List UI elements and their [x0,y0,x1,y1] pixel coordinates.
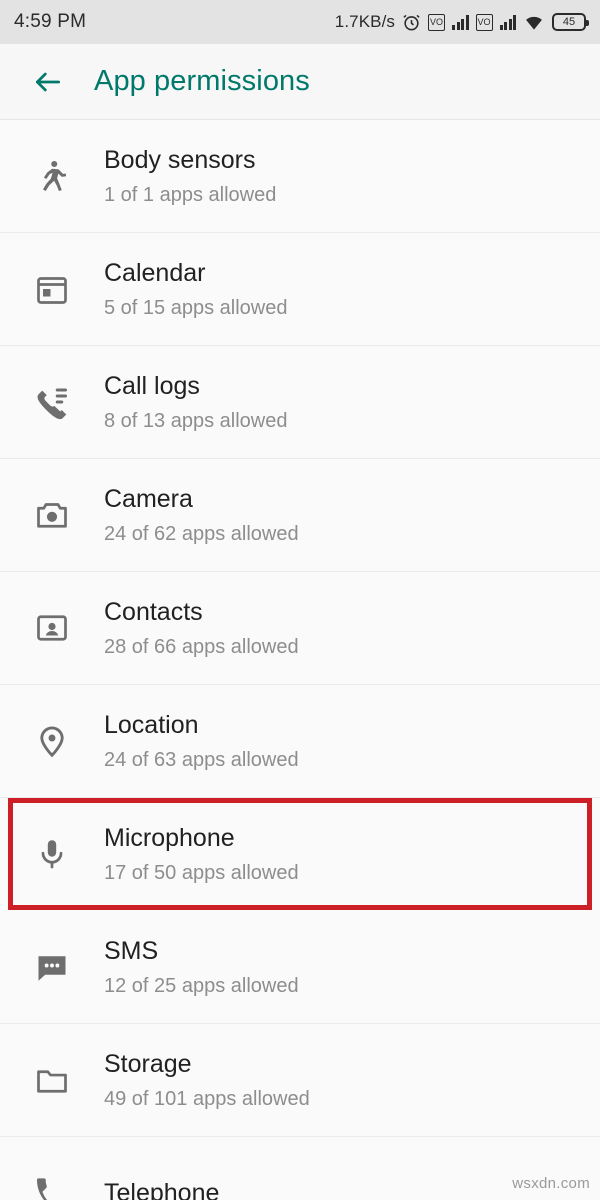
status-icons: 1.7KB/s VO VO 45 [334,12,589,32]
calendar-icon [14,271,90,307]
list-item-calendar[interactable]: Calendar 5 of 15 apps allowed [0,233,600,346]
network-speed-label: 1.7KB/s [334,12,395,31]
sim1-signal-icon [452,14,469,30]
list-item-contacts[interactable]: Contacts 28 of 66 apps allowed [0,572,600,685]
permission-subtitle: 24 of 62 apps allowed [104,522,299,545]
sim2-signal-icon [499,14,516,30]
list-item-text: Camera 24 of 62 apps allowed [104,484,299,545]
call-logs-icon [14,384,90,420]
permission-list: Body sensors 1 of 1 apps allowed Calenda… [0,120,600,1200]
microphone-icon [14,836,90,872]
list-item-call-logs[interactable]: Call logs 8 of 13 apps allowed [0,346,600,459]
list-item-text: Microphone 17 of 50 apps allowed [104,823,299,884]
list-item-camera[interactable]: Camera 24 of 62 apps allowed [0,459,600,572]
list-item-text: SMS 12 of 25 apps allowed [104,936,299,997]
battery-icon: 45 [552,13,589,31]
list-item-text: Call logs 8 of 13 apps allowed [104,371,287,432]
wifi-icon [523,13,545,31]
back-button[interactable] [26,60,70,104]
permission-subtitle: 5 of 15 apps allowed [104,296,288,319]
contacts-icon [14,610,90,646]
body-sensors-icon [14,158,90,194]
permission-subtitle: 12 of 25 apps allowed [104,974,299,997]
list-item-text: Body sensors 1 of 1 apps allowed [104,145,276,206]
list-item-text: Contacts 28 of 66 apps allowed [104,597,299,658]
permission-subtitle: 8 of 13 apps allowed [104,409,288,432]
battery-level-label: 45 [562,15,576,28]
permission-title: SMS [104,937,159,966]
permission-title: Telephone [104,1178,220,1200]
list-item-microphone[interactable]: Microphone 17 of 50 apps allowed [0,798,600,911]
storage-icon [14,1062,90,1098]
app-bar: App permissions [0,44,600,120]
list-item-location[interactable]: Location 24 of 63 apps allowed [0,685,600,798]
watermark: wsxdn.com [512,1175,590,1192]
list-item-sms[interactable]: SMS 12 of 25 apps allowed [0,911,600,1024]
sms-icon [14,949,90,985]
list-item-body-sensors[interactable]: Body sensors 1 of 1 apps allowed [0,120,600,233]
status-time: 4:59 PM [14,11,87,32]
list-item-text: Location 24 of 63 apps allowed [104,710,299,771]
location-icon [14,723,90,759]
permission-subtitle: 49 of 101 apps allowed [104,1087,310,1110]
permission-title: Calendar [104,259,206,288]
permission-title: Contacts [104,598,203,627]
back-arrow-icon [36,72,60,91]
permission-title: Camera [104,485,193,514]
list-item-text: Calendar 5 of 15 apps allowed [104,258,287,319]
permission-title: Storage [104,1050,192,1079]
phone-screen: 4:59 PM 1.7KB/s VO VO 45 App permissions… [0,0,600,1200]
list-item-text: Storage 49 of 101 apps allowed [104,1049,310,1110]
permission-title: Microphone [104,824,235,853]
alarm-icon [402,13,421,32]
list-item-storage[interactable]: Storage 49 of 101 apps allowed [0,1024,600,1137]
camera-icon [14,497,90,533]
permission-title: Body sensors [104,146,256,175]
list-item-text: Telephone [104,1178,219,1200]
sim1-badge: VO [428,13,445,31]
sim2-badge: VO [475,13,493,31]
permission-subtitle: 28 of 66 apps allowed [104,635,299,658]
telephone-icon [14,1176,90,1200]
permission-title: Location [104,711,199,740]
permission-subtitle: 17 of 50 apps allowed [104,861,299,884]
permission-title: Call logs [104,372,200,401]
status-bar: 4:59 PM 1.7KB/s VO VO 45 [0,0,600,44]
list-item-telephone[interactable]: Telephone [0,1137,600,1200]
selection-highlight-box [8,798,592,910]
permission-subtitle: 24 of 63 apps allowed [104,748,299,771]
page-title: App permissions [94,65,310,97]
permission-subtitle: 1 of 1 apps allowed [104,183,277,206]
